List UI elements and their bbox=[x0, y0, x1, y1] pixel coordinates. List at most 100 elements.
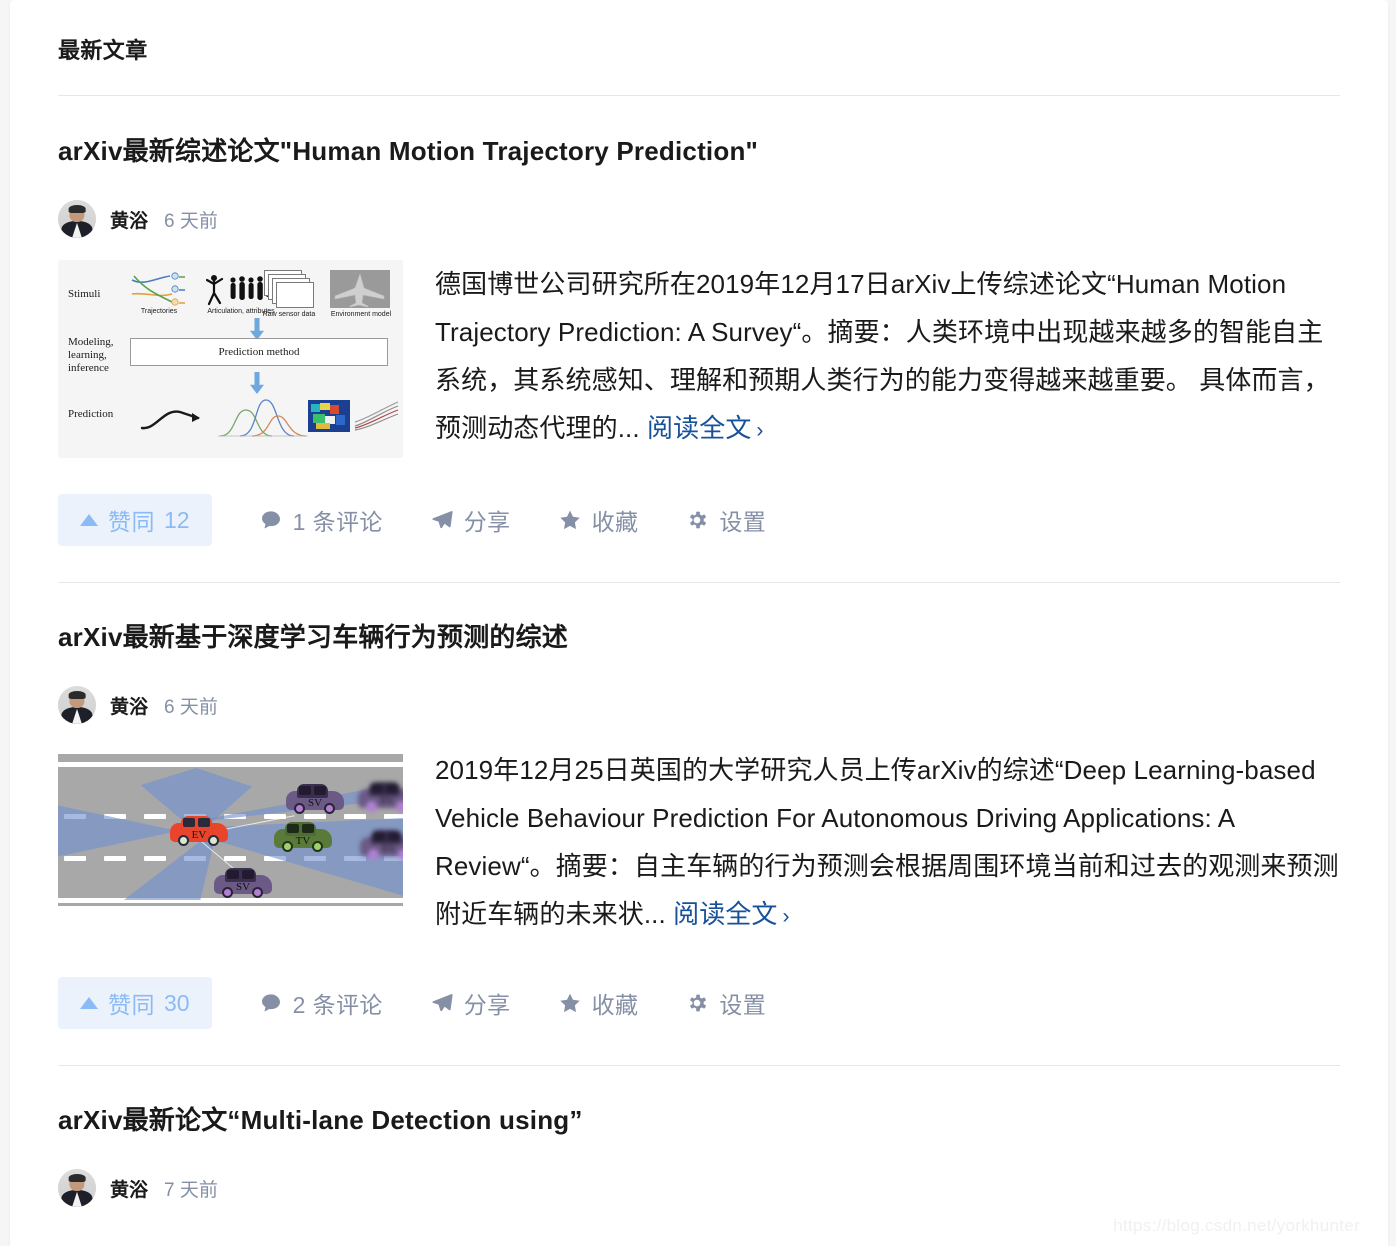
vehicle-window bbox=[198, 818, 210, 827]
watermark: https://blog.csdn.net/yorkhunter bbox=[1113, 1216, 1360, 1235]
environment-model-image bbox=[330, 270, 390, 308]
collect-label: 收藏 bbox=[591, 509, 639, 535]
airplane-icon bbox=[334, 273, 385, 308]
article-title[interactable]: arXiv最新论文“Multi-lane Detection using” bbox=[58, 1103, 1340, 1137]
excerpt-ellipsis: ... bbox=[643, 899, 666, 929]
vehicle-window bbox=[371, 784, 383, 793]
article-item: arXiv最新综述论文"Human Motion Trajectory Pred… bbox=[58, 96, 1340, 582]
vote-up-button[interactable]: 赞同 30 bbox=[58, 977, 212, 1029]
article-action-bar: 赞同 12 1 条评论 分享 收藏 设置 bbox=[58, 494, 1340, 582]
article-thumbnail[interactable]: Stimuli Modeling, learning, inference Pr… bbox=[58, 260, 403, 458]
vehicle-window bbox=[242, 870, 254, 879]
share-label: 分享 bbox=[463, 992, 511, 1018]
vehicle-window bbox=[302, 824, 314, 833]
article-divider bbox=[58, 582, 1340, 583]
vehicle-sv-distant: SV bbox=[360, 830, 403, 860]
settings-button[interactable]: 设置 bbox=[686, 503, 766, 537]
caption-raw-sensor: Raw sensor data bbox=[262, 311, 316, 318]
vehicle-window bbox=[183, 818, 195, 827]
vehicle-window bbox=[287, 824, 299, 833]
article-body[interactable]: Stimuli Modeling, learning, inference Pr… bbox=[58, 260, 1340, 458]
read-more-label: 阅读全文 bbox=[647, 413, 752, 443]
share-button[interactable]: 分享 bbox=[431, 503, 511, 537]
card-header: 最新文章 bbox=[10, 0, 1388, 66]
collect-button[interactable]: 收藏 bbox=[559, 986, 639, 1020]
vote-up-button[interactable]: 赞同 12 bbox=[58, 494, 212, 546]
lane-dash bbox=[144, 814, 166, 819]
settings-button[interactable]: 设置 bbox=[686, 986, 766, 1020]
vehicle-tag-sv: SV bbox=[379, 795, 395, 807]
avatar[interactable] bbox=[58, 200, 96, 238]
road-edge-top bbox=[58, 762, 403, 767]
vehicle-tv: TV bbox=[274, 822, 332, 852]
comment-button[interactable]: 2 条评论 bbox=[260, 986, 383, 1020]
vehicle-tag-sv: SV bbox=[381, 843, 397, 855]
author-name[interactable]: 黄浴 bbox=[110, 206, 148, 233]
triangle-up-icon bbox=[80, 514, 98, 526]
comment-label: 2 条评论 bbox=[292, 992, 383, 1018]
vehicle-window bbox=[386, 784, 398, 793]
excerpt-text: 德国博世公司研究所在2019年12月17日arXiv上传综述论文“Human M… bbox=[435, 269, 1330, 443]
vehicle-sv-distant: SV bbox=[358, 782, 403, 812]
diagram-label-modeling: Modeling, learning, inference bbox=[68, 336, 114, 374]
vote-count: 12 bbox=[164, 506, 190, 533]
chevron-right-icon: › bbox=[782, 905, 790, 928]
road-edge-bottom bbox=[58, 898, 403, 903]
article-item: arXiv最新论文“Multi-lane Detection using” 黄浴… bbox=[58, 1065, 1340, 1207]
comment-button[interactable]: 1 条评论 bbox=[260, 503, 383, 537]
author-row: 黄浴 6 天前 bbox=[58, 200, 1340, 238]
settings-label: 设置 bbox=[719, 509, 767, 535]
chevron-right-icon: › bbox=[756, 419, 764, 442]
post-time: 6 天前 bbox=[164, 210, 218, 232]
lane-dash bbox=[64, 856, 86, 861]
star-icon bbox=[559, 509, 581, 531]
sensor-frame-4 bbox=[276, 282, 314, 308]
read-more-link[interactable]: 阅读全文 › bbox=[647, 413, 764, 443]
vehicle-sv: SV bbox=[214, 868, 272, 898]
prediction-method-box: Prediction method bbox=[130, 338, 388, 366]
latest-articles-card: 最新文章 arXiv最新综述论文"Human Motion Trajectory… bbox=[10, 0, 1388, 1246]
lane-bundle-output-icon bbox=[354, 401, 399, 431]
author-name[interactable]: 黄浴 bbox=[110, 1175, 148, 1202]
vehicle-window bbox=[314, 786, 326, 795]
down-arrow-icon-2 bbox=[250, 372, 264, 394]
article-divider bbox=[58, 1065, 1340, 1066]
share-label: 分享 bbox=[463, 509, 511, 535]
post-time: 6 天前 bbox=[164, 696, 218, 718]
share-button[interactable]: 分享 bbox=[431, 986, 511, 1020]
article-title[interactable]: arXiv最新综述论文"Human Motion Trajectory Pred… bbox=[58, 134, 1340, 168]
vehicle-window bbox=[388, 832, 400, 841]
vote-count: 30 bbox=[164, 989, 190, 1016]
comment-icon bbox=[260, 992, 282, 1014]
excerpt-text: 2019年12月25日英国的大学研究人员上传arXiv的综述“Deep Lear… bbox=[435, 755, 1339, 929]
vehicle-window bbox=[299, 786, 311, 795]
author-name[interactable]: 黄浴 bbox=[110, 692, 148, 719]
vehicle-tag-tv: TV bbox=[295, 835, 311, 847]
avatar-hair bbox=[68, 691, 86, 699]
road-scene-image: EV TV SV SV SV SV bbox=[58, 746, 403, 926]
vehicle-sv: SV bbox=[286, 784, 344, 814]
collect-button[interactable]: 收藏 bbox=[559, 503, 639, 537]
vehicle-tag-ev: EV bbox=[191, 829, 207, 841]
vehicle-tag-sv: SV bbox=[307, 797, 323, 809]
article-list: arXiv最新综述论文"Human Motion Trajectory Pred… bbox=[10, 96, 1388, 1207]
lane-dash bbox=[304, 814, 326, 819]
share-icon bbox=[431, 509, 453, 531]
read-more-link[interactable]: 阅读全文 › bbox=[673, 899, 790, 929]
caption-environment-model: Environment model bbox=[330, 311, 392, 318]
article-thumbnail[interactable]: EV TV SV SV SV SV bbox=[58, 746, 403, 926]
avatar[interactable] bbox=[58, 1169, 96, 1207]
post-time: 7 天前 bbox=[164, 1179, 218, 1201]
triangle-up-icon bbox=[80, 997, 98, 1009]
vote-label: 赞同 bbox=[108, 509, 155, 535]
collect-label: 收藏 bbox=[591, 992, 639, 1018]
article-action-bar: 赞同 30 2 条评论 分享 收藏 设置 bbox=[58, 977, 1340, 1065]
article-body[interactable]: EV TV SV SV SV SV 2019年12月25日英国的大学研究人员上传… bbox=[58, 746, 1340, 941]
article-title[interactable]: arXiv最新基于深度学习车辆行为预测的综述 bbox=[58, 620, 1340, 654]
page-title: 最新文章 bbox=[58, 38, 148, 63]
avatar[interactable] bbox=[58, 686, 96, 724]
vehicle-window bbox=[373, 832, 385, 841]
lane-dash bbox=[104, 856, 126, 861]
read-more-label: 阅读全文 bbox=[673, 899, 778, 929]
comment-label: 1 条评论 bbox=[292, 509, 383, 535]
